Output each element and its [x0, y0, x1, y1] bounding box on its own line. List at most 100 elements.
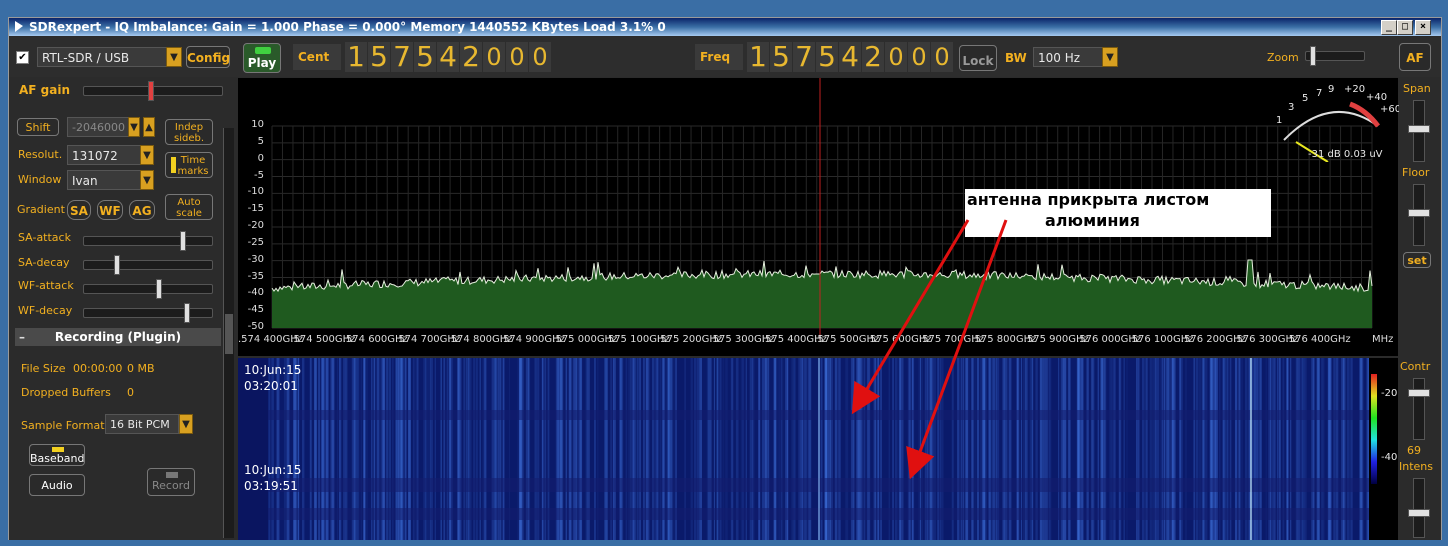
recording-section-header[interactable]: – Recording (Plugin): [15, 328, 221, 346]
span-label: Span: [1403, 82, 1431, 95]
floor-slider-thumb[interactable]: [1408, 209, 1430, 217]
y-tick-label: -20: [247, 220, 264, 231]
contrast-slider[interactable]: [1408, 378, 1430, 440]
shift-down-arrow[interactable]: ▼: [128, 117, 140, 137]
resolution-label: Resolut.: [18, 148, 63, 161]
cent-frequency-display[interactable]: 1 5 7 5 4 2 0 0 0: [345, 42, 552, 72]
contrast-slider-thumb[interactable]: [1408, 389, 1430, 397]
play-led-icon: [255, 47, 271, 54]
wf-attack-slider[interactable]: [83, 279, 213, 299]
audio-button[interactable]: Audio: [29, 474, 85, 496]
sa-attack-slider[interactable]: [83, 231, 213, 251]
cent-digit[interactable]: 4: [437, 42, 459, 72]
baseband-button[interactable]: Baseband: [29, 444, 85, 466]
freq-digit[interactable]: 0: [885, 42, 907, 72]
window-dropdown-arrow[interactable]: ▼: [140, 170, 154, 190]
freq-digit[interactable]: 5: [770, 42, 792, 72]
auto-scale-button[interactable]: Auto scale: [165, 194, 213, 220]
freq-digit[interactable]: 5: [816, 42, 838, 72]
device-enable-checkbox[interactable]: ✔: [16, 51, 29, 64]
indep-sideband-button[interactable]: Indep sideb.: [165, 119, 213, 145]
span-slider-thumb[interactable]: [1408, 125, 1430, 133]
freq-frequency-display[interactable]: 1 5 7 5 4 2 0 0 0: [747, 42, 954, 72]
sa-decay-slider[interactable]: [83, 255, 213, 275]
freq-digit[interactable]: 0: [931, 42, 953, 72]
zoom-slider-thumb[interactable]: [1310, 46, 1316, 66]
window-select[interactable]: Ivan: [67, 170, 141, 190]
span-slider[interactable]: [1408, 100, 1430, 162]
maximize-button[interactable]: □: [1397, 20, 1413, 35]
sa-decay-slider-thumb[interactable]: [114, 255, 120, 275]
left-panel-scrollbar[interactable]: [223, 128, 234, 538]
cent-digit[interactable]: 7: [391, 42, 413, 72]
taskbar-edge: [0, 540, 1448, 546]
sample-format-dropdown-arrow[interactable]: ▼: [179, 414, 193, 434]
freq-digit[interactable]: 4: [839, 42, 861, 72]
zoom-slider[interactable]: [1305, 46, 1365, 66]
play-button[interactable]: Play: [243, 43, 281, 73]
waterfall-image[interactable]: [238, 358, 1398, 541]
cent-digit[interactable]: 0: [506, 42, 528, 72]
cent-digit[interactable]: 2: [460, 42, 482, 72]
top-toolbar: ✔ RTL-SDR / USB ▼ Config Play Cent 1 5 7…: [9, 37, 1441, 77]
shift-value-field[interactable]: -2046000: [67, 117, 129, 137]
config-button[interactable]: Config: [186, 46, 230, 68]
intensity-slider-thumb[interactable]: [1408, 509, 1430, 517]
lock-button[interactable]: Lock: [959, 45, 997, 71]
collapse-icon[interactable]: –: [19, 328, 25, 346]
set-button[interactable]: set: [1403, 252, 1431, 268]
sa-attack-slider-thumb[interactable]: [180, 231, 186, 251]
sample-format-select[interactable]: 16 Bit PCM: [105, 414, 179, 434]
time-marks-button[interactable]: Time marks: [165, 152, 213, 178]
wf-decay-slider[interactable]: [83, 303, 213, 323]
annotation-line-1: антенна прикрыта листом: [967, 190, 1210, 209]
y-tick-label: -40: [247, 287, 264, 299]
af-gain-slider[interactable]: [83, 81, 223, 101]
waterfall-carrier-line: [1250, 358, 1252, 541]
freq-digit[interactable]: 0: [908, 42, 930, 72]
auto-scale-label-2: scale: [176, 208, 202, 219]
freq-digit[interactable]: 1: [747, 42, 769, 72]
shift-up-arrow[interactable]: ▲: [143, 117, 155, 137]
af-button[interactable]: AF: [1399, 43, 1431, 71]
waterfall-display[interactable]: 10:Jun:15 03:20:01 10:Jun:15 03:19:51 -2…: [238, 358, 1398, 541]
device-dropdown-arrow[interactable]: ▼: [166, 47, 182, 67]
time-marks-label-1: Time: [180, 155, 206, 166]
sample-format-label: Sample Format: [21, 419, 105, 432]
dropped-buffers-label: Dropped Buffers: [21, 386, 111, 399]
y-tick-label: -15: [247, 203, 264, 215]
bandwidth-select[interactable]: 100 Hz: [1033, 47, 1103, 67]
minimize-button[interactable]: _: [1381, 20, 1397, 35]
resolution-dropdown-arrow[interactable]: ▼: [140, 145, 154, 165]
resolution-select[interactable]: 131072: [67, 145, 141, 165]
cent-digit[interactable]: 5: [368, 42, 390, 72]
wf-attack-slider-thumb[interactable]: [156, 279, 162, 299]
shift-button[interactable]: Shift: [17, 118, 59, 136]
wf-decay-slider-thumb[interactable]: [184, 303, 190, 323]
title-bar[interactable]: SDRexpert - IQ Imbalance: Gain = 1.000 P…: [9, 18, 1441, 36]
cent-digit[interactable]: 5: [414, 42, 436, 72]
af-gain-label: AF gain: [19, 83, 71, 97]
spectrum-display[interactable]: 10 5 0 -5 -10 -15 -20 -25 -30 -35 -40 -45 -50 .574 4…: [238, 78, 1401, 356]
close-button[interactable]: ×: [1415, 20, 1431, 35]
freq-label: Freq: [695, 44, 743, 70]
cent-digit[interactable]: 0: [483, 42, 505, 72]
sdrexpert-window: SDRexpert - IQ Imbalance: Gain = 1.000 P…: [8, 17, 1442, 542]
device-select[interactable]: RTL-SDR / USB: [37, 47, 167, 67]
floor-slider[interactable]: [1408, 184, 1430, 246]
left-panel-scrollbar-thumb[interactable]: [225, 314, 233, 354]
record-button[interactable]: Record: [147, 468, 195, 496]
file-size-label: File Size: [21, 362, 66, 375]
sa-decay-label: SA-decay: [18, 256, 70, 269]
af-gain-slider-thumb[interactable]: [148, 81, 154, 101]
gradient-wf-button[interactable]: WF: [97, 200, 123, 220]
gradient-ag-button[interactable]: AG: [129, 200, 155, 220]
freq-digit[interactable]: 2: [862, 42, 884, 72]
cent-digit[interactable]: 0: [529, 42, 551, 72]
time-marks-label-2: marks: [177, 166, 209, 177]
freq-digit[interactable]: 7: [793, 42, 815, 72]
cent-digit[interactable]: 1: [345, 42, 367, 72]
bandwidth-dropdown-arrow[interactable]: ▼: [1102, 47, 1118, 67]
gradient-sa-button[interactable]: SA: [67, 200, 91, 220]
intensity-slider[interactable]: [1408, 478, 1430, 538]
